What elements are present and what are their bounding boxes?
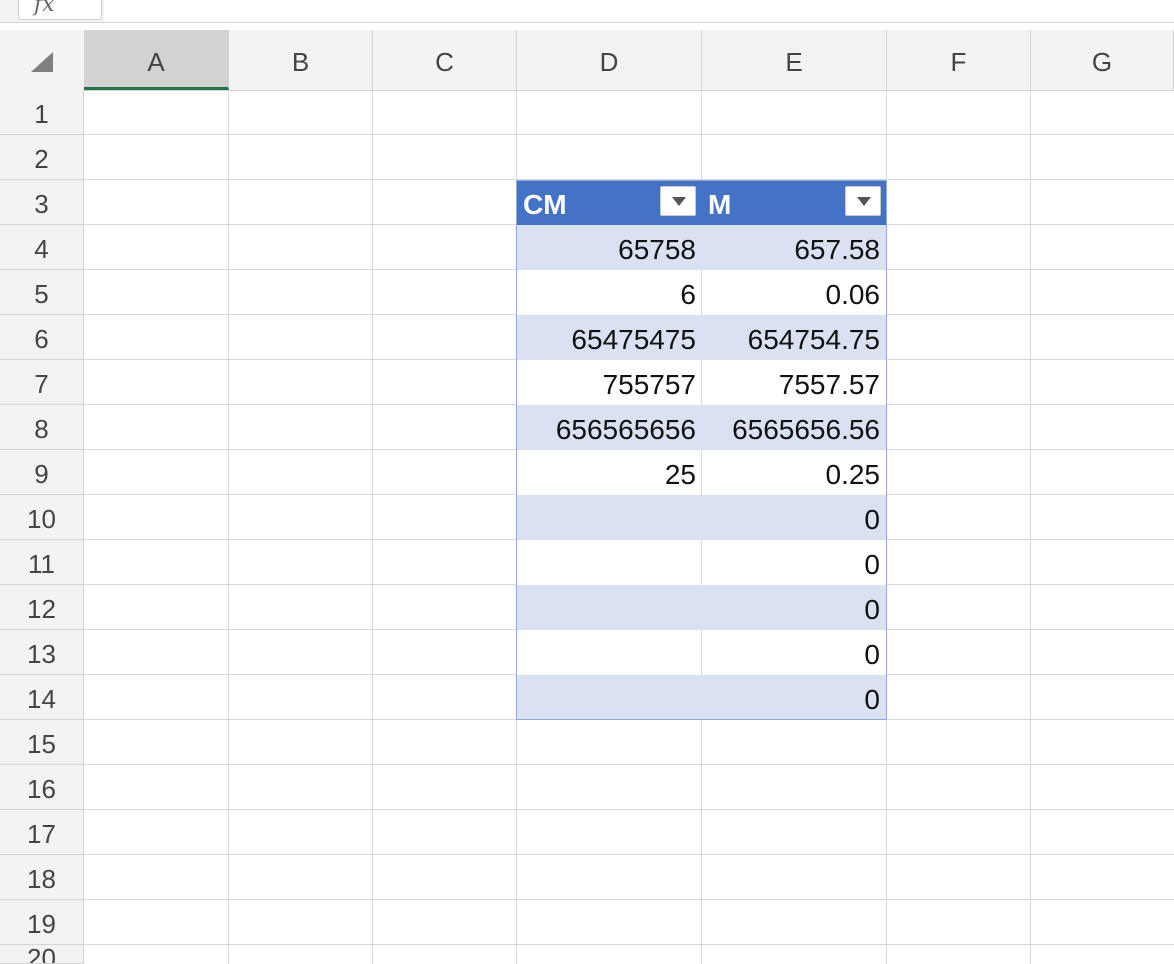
grid-line <box>84 134 1174 135</box>
row-header-13[interactable]: 13 <box>0 630 84 675</box>
table-cell[interactable]: 0 <box>702 540 886 585</box>
grid-line <box>84 899 1174 900</box>
row-header-2[interactable]: 2 <box>0 135 84 180</box>
table-cell[interactable] <box>517 630 702 675</box>
table-cell[interactable] <box>517 540 702 585</box>
row-header-8[interactable]: 8 <box>0 405 84 450</box>
table-cell[interactable]: 755757 <box>517 360 702 405</box>
formula-input[interactable] <box>104 0 1174 22</box>
grid-line <box>84 944 1174 945</box>
column-header-e[interactable]: E <box>702 30 887 90</box>
grid-line <box>701 540 702 585</box>
select-all-icon <box>31 52 53 72</box>
row-header-14[interactable]: 14 <box>0 675 84 720</box>
row-header-10[interactable]: 10 <box>0 495 84 540</box>
table-cell[interactable]: 654754.75 <box>702 315 886 360</box>
table-cell[interactable]: 0.25 <box>702 450 886 495</box>
table-cell[interactable] <box>517 585 702 630</box>
table-cell[interactable] <box>517 495 702 540</box>
column-header-row: A B C D E F G <box>0 30 1174 91</box>
row-header-15[interactable]: 15 <box>0 720 84 765</box>
fx-button[interactable] <box>18 0 102 20</box>
row-header-16[interactable]: 16 <box>0 765 84 810</box>
row-header-9[interactable]: 9 <box>0 450 84 495</box>
column-header-d[interactable]: D <box>517 30 702 90</box>
row-header-7[interactable]: 7 <box>0 360 84 405</box>
row-header-5[interactable]: 5 <box>0 270 84 315</box>
table-cell[interactable]: 25 <box>517 450 702 495</box>
row-header-17[interactable]: 17 <box>0 810 84 855</box>
table-cell[interactable]: 0 <box>702 585 886 630</box>
column-header-g[interactable]: G <box>1031 30 1174 90</box>
select-all-button[interactable] <box>0 30 85 90</box>
row-header-12[interactable]: 12 <box>0 585 84 630</box>
filter-dropdown-cm-icon[interactable] <box>660 186 696 216</box>
grid-line <box>886 90 887 964</box>
table-cell[interactable]: 657.58 <box>702 225 886 270</box>
table-header-label: M <box>708 189 732 220</box>
filter-dropdown-m-icon[interactable] <box>845 186 881 216</box>
table-cell[interactable]: 65758 <box>517 225 702 270</box>
grid-line <box>701 450 702 495</box>
table-cell[interactable]: 6565656.56 <box>702 405 886 450</box>
row-header-4[interactable]: 4 <box>0 225 84 270</box>
table-cell[interactable]: 7557.57 <box>702 360 886 405</box>
grid-line <box>84 764 1174 765</box>
table-cell[interactable]: 0 <box>702 675 886 720</box>
grid-line <box>84 809 1174 810</box>
grid-line <box>1030 90 1031 964</box>
grid-line <box>84 854 1174 855</box>
column-header-c[interactable]: C <box>373 30 517 90</box>
row-header-19[interactable]: 19 <box>0 900 84 945</box>
table-cell[interactable]: 65475475 <box>517 315 702 360</box>
row-header-11[interactable]: 11 <box>0 540 84 585</box>
fx-icon: fx <box>34 0 55 17</box>
row-header-1[interactable]: 1 <box>0 90 84 135</box>
grid-line <box>701 270 702 315</box>
row-header-6[interactable]: 6 <box>0 315 84 360</box>
table-header-label: CM <box>523 189 567 220</box>
table-cell[interactable]: 0.06 <box>702 270 886 315</box>
column-header-a[interactable]: A <box>84 30 229 90</box>
table-cell[interactable]: 0 <box>702 495 886 540</box>
table-cell[interactable]: 656565656 <box>517 405 702 450</box>
table-cell[interactable]: 0 <box>702 630 886 675</box>
column-header-f[interactable]: F <box>887 30 1031 90</box>
row-header-20[interactable]: 20 <box>0 945 84 964</box>
row-header-18[interactable]: 18 <box>0 855 84 900</box>
grid-line <box>701 360 702 405</box>
column-header-b[interactable]: B <box>229 30 373 90</box>
formula-bar: fx <box>0 0 1174 23</box>
grid-line <box>701 630 702 675</box>
table-cell[interactable] <box>517 675 702 720</box>
grid-line <box>228 90 229 964</box>
row-header-3[interactable]: 3 <box>0 180 84 225</box>
table-cell[interactable]: 6 <box>517 270 702 315</box>
grid-line <box>372 90 373 964</box>
